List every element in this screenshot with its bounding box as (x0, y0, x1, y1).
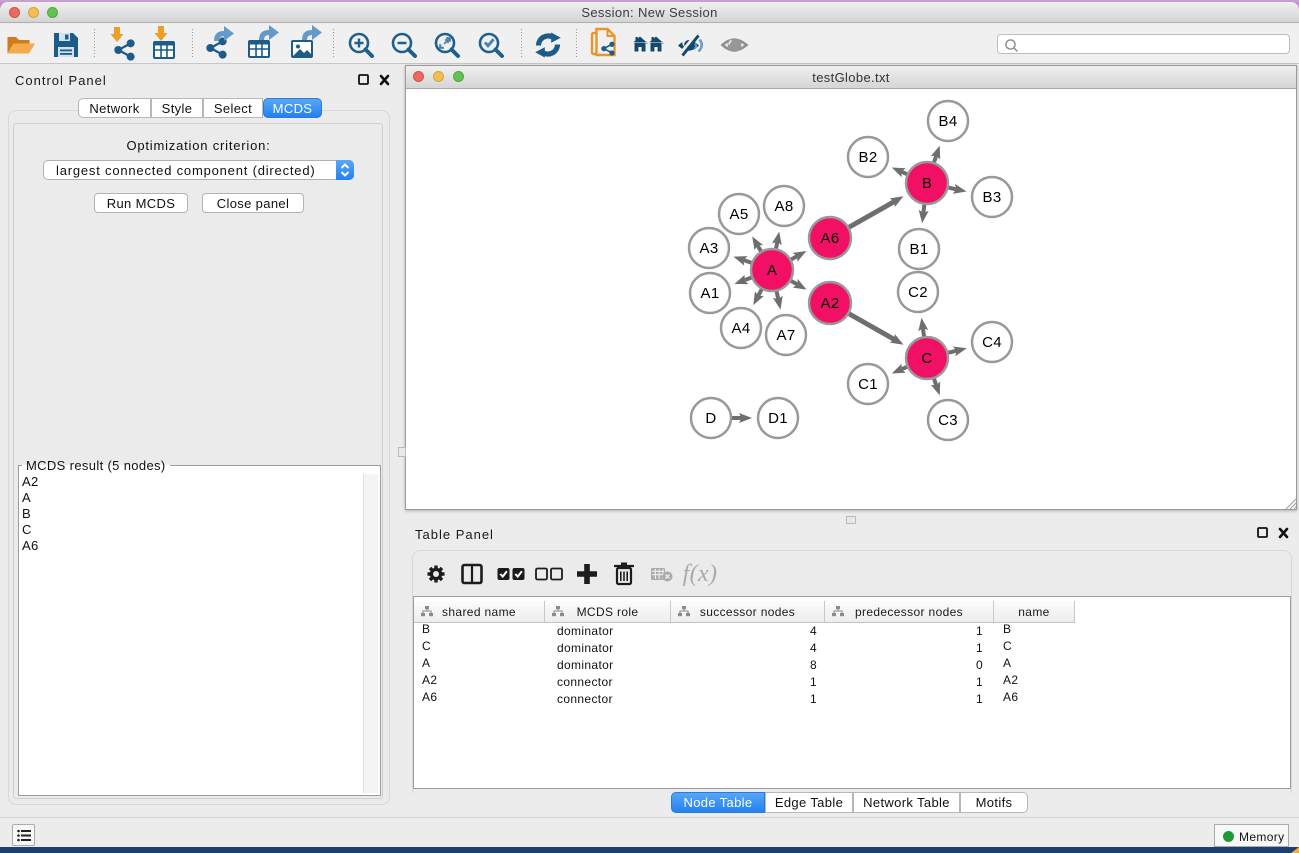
svg-text:f(x): f(x) (683, 561, 718, 587)
svg-text:A6: A6 (820, 230, 839, 247)
svg-text:B4: B4 (938, 113, 957, 130)
svg-text:A8: A8 (774, 198, 793, 215)
svg-text:C2: C2 (908, 284, 928, 301)
svg-text:B1: B1 (909, 241, 928, 258)
svg-text:A3: A3 (699, 240, 718, 257)
svg-text:B2: B2 (858, 149, 877, 166)
svg-text:B3: B3 (982, 189, 1001, 206)
svg-text:A5: A5 (729, 206, 748, 223)
svg-text:A7: A7 (776, 327, 795, 344)
svg-text:B: B (922, 175, 932, 192)
svg-text:C1: C1 (858, 376, 878, 393)
svg-text:C4: C4 (982, 334, 1002, 351)
svg-text:D1: D1 (768, 410, 788, 427)
svg-text:A1: A1 (700, 285, 719, 302)
svg-text:A4: A4 (731, 320, 750, 337)
svg-text:C3: C3 (938, 412, 958, 429)
svg-text:A: A (767, 262, 777, 279)
svg-text:D: D (705, 410, 716, 427)
svg-text:A2: A2 (820, 295, 839, 312)
svg-text:C: C (921, 350, 932, 367)
